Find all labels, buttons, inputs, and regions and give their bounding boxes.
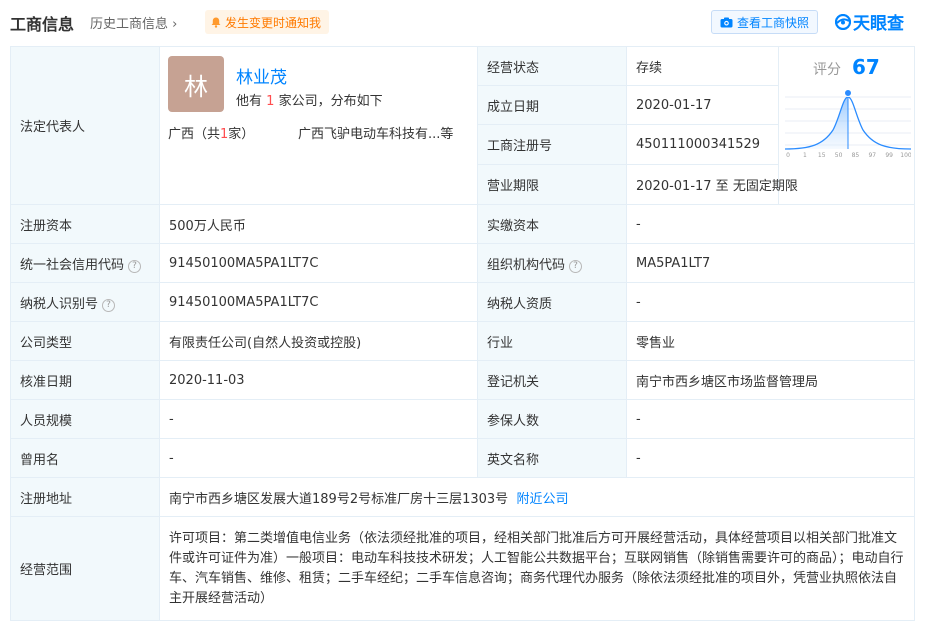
brand-logo: 天眼查 [835,9,904,34]
capital-label: 注册资本 [10,204,160,244]
address-cell: 南宁市西乡塘区发展大道189号2号标准厂房十三层1303号 附近公司 [159,477,915,517]
score-tick-label: 100 [900,152,911,159]
english-name-value: - [626,438,915,478]
former-name-label: 曾用名 [10,438,160,478]
history-info-link[interactable]: 历史工商信息 › [90,13,177,32]
staff-size-value: - [159,399,478,439]
legal-rep-desc: 他有 1 家公司，分布如下 [236,90,383,109]
legal-rep-desc-prefix: 他有 [236,94,263,109]
address-label: 注册地址 [10,477,160,517]
insured-count-label: 参保人数 [477,399,627,439]
score-tick-label: 99 [885,152,893,159]
brand-logo-text: 天眼查 [853,14,904,34]
industry-label: 行业 [477,321,627,361]
legal-rep-name-link[interactable]: 林业茂 [236,63,287,88]
view-snapshot-button[interactable]: 查看工商快照 [711,10,818,34]
taxpayer-qual-label: 纳税人资质 [477,282,627,322]
company-count: 1 [266,94,275,109]
question-circle-icon[interactable]: ? [569,259,583,273]
bell-icon [211,17,221,28]
reg-no-label: 工商注册号 [477,124,627,165]
tianyancha-logo-icon [835,13,851,30]
staff-size-label: 人员规模 [10,399,160,439]
score-tick-label: 1 [803,152,807,159]
score-tick-label: 0 [786,152,790,159]
company-type-label: 公司类型 [10,321,160,361]
camera-icon [720,17,733,27]
change-notify-label: 发生变更时通知我 [225,15,322,30]
credit-code-label: 统一社会信用代码? [10,243,160,283]
legal-rep-desc-suffix: 家公司，分布如下 [278,94,383,109]
authority-value: 南宁市西乡塘区市场监督管理局 [626,360,915,400]
address-value: 南宁市西乡塘区发展大道189号2号标准厂房十三层1303号 [169,491,509,507]
business-scope-value: 许可项目：第二类增值电信业务（依法须经批准的项目，经相关部门批准后方可开展经营活… [159,516,915,621]
score-tick-label: 97 [868,152,876,159]
taxpayer-qual-value: - [626,282,915,322]
tax-id-value: 91450100MA5PA1LT7C [159,282,478,322]
score-cell: 评分 67 0 1 15 50 85 97 99 100 [778,46,915,205]
region-summary: 广西（共1家） [168,123,254,142]
reg-no-value: 450111000341529 [626,124,779,165]
section-title: 工商信息 [10,15,75,34]
approve-date-label: 核准日期 [10,360,160,400]
legal-rep-label: 法定代表人 [10,46,160,205]
term-label: 营业期限 [477,163,627,206]
tax-id-label: 纳税人识别号? [10,282,160,322]
founded-label: 成立日期 [477,85,627,126]
insured-count-value: - [626,399,915,439]
score-tick-label: 15 [818,152,826,159]
section-header: 工商信息 历史工商信息 › 发生变更时通知我 查看工商快照 天眼查 [0,0,930,44]
change-notify-button[interactable]: 发生变更时通知我 [205,10,330,34]
status-value: 存续 [626,45,779,87]
legal-rep-cell: 林 林业茂 他有 1 家公司，分布如下 广西（共1家） 广西飞驴电动车科技有..… [159,46,478,205]
approve-date-value: 2020-11-03 [159,360,478,400]
distribution-area [785,97,848,149]
paid-capital-label: 实缴资本 [477,204,627,244]
paid-capital-value: - [626,204,915,244]
business-scope-label: 经营范围 [10,516,160,621]
score-tick-label: 85 [852,152,860,159]
english-name-label: 英文名称 [477,438,627,478]
region-prefix: 广西（共 [168,127,221,142]
authority-label: 登记机关 [477,360,627,400]
founded-value: 2020-01-17 [626,85,779,126]
score-tick-label: 50 [835,152,843,159]
score-label: 评分 [813,62,841,78]
company-type-value: 有限责任公司(自然人投资或控股) [159,321,478,361]
score-value: 67 [852,55,880,79]
org-code-value: MA5PA1LT7 [626,243,915,283]
capital-value: 500万人民币 [159,204,478,244]
nearby-companies-link[interactable]: 附近公司 [516,492,568,507]
score-distribution-chart: 0 1 15 50 85 97 99 100 [785,89,911,159]
view-snapshot-label: 查看工商快照 [736,15,809,30]
question-circle-icon[interactable]: ? [128,259,142,273]
org-code-label-text: 组织机构代码 [487,257,566,273]
related-company-link[interactable]: 广西飞驴电动车科技有...等 [298,123,453,142]
score-axis-ticks: 0 1 15 50 85 97 99 100 [786,152,911,159]
history-info-label: 历史工商信息 [90,17,169,32]
former-name-value: - [159,438,478,478]
industry-value: 零售业 [626,321,915,361]
avatar[interactable]: 林 [168,56,224,112]
chevron-right-icon: › [172,17,178,32]
tax-id-label-text: 纳税人识别号 [20,296,99,312]
region-suffix: 家） [228,127,255,142]
score-marker-dot [844,89,852,97]
status-label: 经营状态 [477,45,627,87]
question-circle-icon[interactable]: ? [102,298,116,312]
credit-code-value: 91450100MA5PA1LT7C [159,243,478,283]
credit-code-label-text: 统一社会信用代码 [20,257,125,273]
avatar-char: 林 [184,72,208,101]
org-code-label: 组织机构代码? [477,243,627,283]
business-info-table: 法定代表人 林 林业茂 他有 1 家公司，分布如下 广西（共1家） 广西飞驴电动… [10,45,915,621]
